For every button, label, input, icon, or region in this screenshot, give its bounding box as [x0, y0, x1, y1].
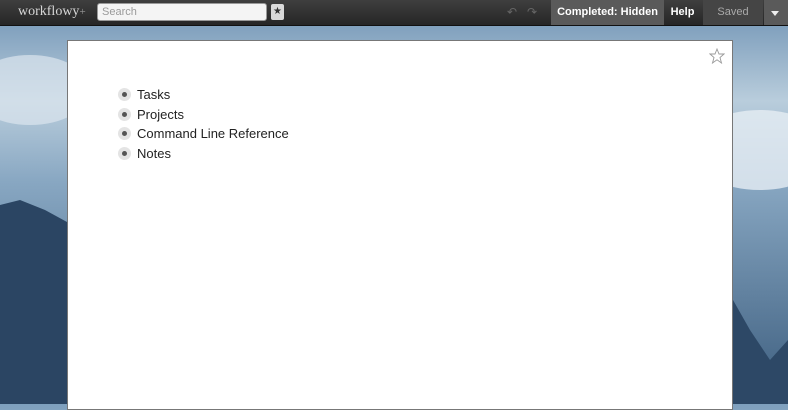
bullet-icon[interactable]	[118, 146, 131, 160]
list-item[interactable]: Tasks	[118, 85, 289, 105]
workflowy-logo[interactable]: workflowy+	[18, 4, 86, 20]
star-icon: ★	[273, 6, 282, 17]
outline-list: Tasks Projects Command Line Reference No…	[118, 85, 289, 163]
item-label[interactable]: Projects	[137, 107, 184, 122]
list-item[interactable]: Notes	[118, 144, 289, 164]
redo-icon[interactable]: ↷	[527, 5, 537, 19]
help-button[interactable]: Help	[665, 0, 700, 25]
completed-toggle-button[interactable]: Completed: Hidden	[551, 0, 664, 25]
search-input[interactable]	[97, 3, 267, 21]
chevron-down-icon	[771, 11, 779, 16]
logo-text: workflowy	[18, 4, 80, 19]
item-label[interactable]: Command Line Reference	[137, 126, 289, 141]
bullet-icon[interactable]	[118, 127, 131, 141]
starred-button[interactable]: ★	[271, 4, 284, 20]
list-item[interactable]: Projects	[118, 105, 289, 125]
bullet-icon[interactable]	[118, 107, 131, 121]
bullet-icon[interactable]	[118, 88, 131, 102]
menu-dropdown-button[interactable]	[764, 0, 788, 25]
saved-status: Saved	[703, 0, 763, 25]
outline-page: Tasks Projects Command Line Reference No…	[67, 40, 733, 410]
top-toolbar: workflowy+ ★ ↶ ↷ Completed: Hidden Help …	[0, 0, 788, 26]
undo-icon[interactable]: ↶	[507, 5, 517, 19]
list-item[interactable]: Command Line Reference	[118, 124, 289, 144]
star-outline-icon[interactable]	[709, 48, 725, 64]
item-label[interactable]: Notes	[137, 146, 171, 161]
logo-plus: +	[79, 6, 86, 18]
item-label[interactable]: Tasks	[137, 87, 170, 102]
